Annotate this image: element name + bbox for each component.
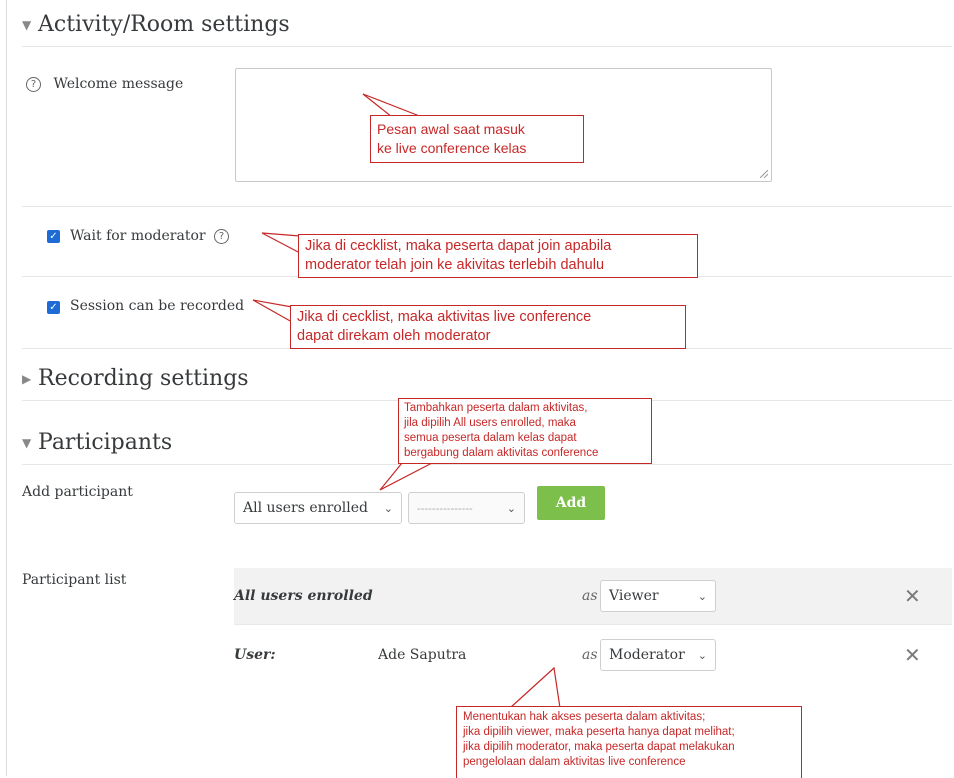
resize-grip-icon[interactable] [760, 170, 768, 178]
help-icon[interactable]: ? [214, 229, 230, 244]
participant-type-label: User: [234, 647, 276, 663]
annotation-wait-for-moderator: Jika di cecklist, maka peserta dapat joi… [298, 234, 698, 278]
session-recorded-checkbox[interactable]: ✓ [47, 301, 60, 314]
chevron-down-icon: ⌄ [697, 589, 707, 603]
section-participants-header[interactable]: ▼ Participants [22, 430, 172, 455]
wait-for-moderator-label: Wait for moderator ? [70, 228, 230, 244]
participant-row: All users enrolled as Viewer ⌄ ✕ [234, 568, 952, 624]
expanded-triangle-icon: ▼ [22, 435, 32, 450]
participant-type-label: All users enrolled [234, 588, 373, 604]
remove-icon[interactable]: ✕ [904, 643, 921, 667]
role-select[interactable]: Viewer ⌄ [600, 580, 716, 612]
participant-name: Ade Saputra [378, 647, 467, 663]
participant-user-select[interactable]: --------------- ⌄ [408, 492, 525, 524]
chevron-down-icon: ⌄ [506, 501, 516, 515]
chevron-down-icon: ⌄ [697, 648, 707, 662]
annotation-roles: Menentukan hak akses peserta dalam aktiv… [456, 706, 802, 778]
help-icon[interactable]: ? [26, 77, 41, 92]
left-border [6, 0, 7, 776]
section-activity-room-header[interactable]: ▼ Activity/Room settings [22, 12, 290, 37]
welcome-message-label: ? Welcome message [26, 76, 183, 92]
participant-list-label: Participant list [22, 572, 127, 588]
role-select[interactable]: Moderator ⌄ [600, 639, 716, 671]
divider [22, 206, 952, 207]
as-label: as [582, 588, 598, 604]
wait-for-moderator-checkbox[interactable]: ✓ [47, 230, 60, 243]
remove-icon[interactable]: ✕ [904, 584, 921, 608]
collapsed-triangle-icon: ▶ [22, 371, 32, 386]
section-title: Recording settings [38, 366, 249, 391]
expanded-triangle-icon: ▼ [22, 17, 32, 32]
annotation-session-recorded: Jika di cecklist, maka aktivitas live co… [290, 305, 686, 349]
annotation-participants: Tambahkan peserta dalam aktivitas, jila … [398, 398, 652, 464]
add-participant-label: Add participant [22, 484, 133, 500]
add-participant-button[interactable]: Add [537, 486, 605, 520]
section-title: Activity/Room settings [38, 12, 290, 37]
annotation-welcome: Pesan awal saat masuk ke live conference… [370, 115, 584, 163]
participant-type-select[interactable]: All users enrolled ⌄ [234, 492, 402, 524]
as-label: as [582, 647, 598, 663]
divider [22, 46, 952, 47]
session-recorded-label: Session can be recorded [70, 298, 245, 314]
divider [22, 464, 952, 465]
section-recording-header[interactable]: ▶ Recording settings [22, 366, 249, 391]
section-title: Participants [38, 430, 173, 455]
participant-row: User: Ade Saputra as Moderator ⌄ ✕ [234, 624, 952, 685]
chevron-down-icon: ⌄ [383, 501, 393, 515]
